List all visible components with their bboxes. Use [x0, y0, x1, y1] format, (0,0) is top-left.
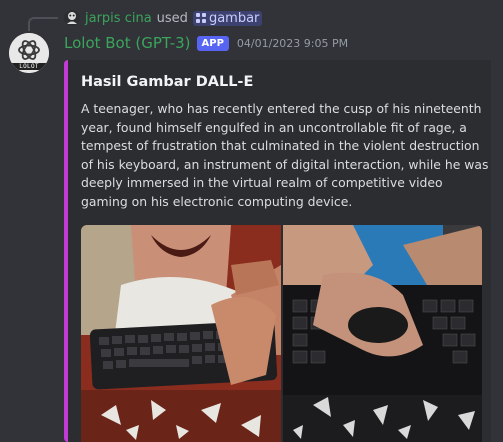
bot-username[interactable]: Lolot Bot (GPT-3) [64, 34, 191, 52]
embed-card: Hasil Gambar DALL-E A teenager, who has … [64, 60, 491, 442]
slash-command-chip[interactable]: gambar [192, 10, 263, 26]
user-avatar-icon [67, 12, 77, 24]
message-timestamp: 04/01/2023 9:05 PM [236, 36, 349, 50]
message-header: Lolot Bot (GPT-3) APP 04/01/2023 9:05 PM [64, 33, 348, 53]
mini-avatar[interactable] [64, 10, 80, 26]
bot-avatar[interactable]: LOLOT [9, 33, 49, 73]
command-name: gambar [208, 10, 260, 26]
reply-username[interactable]: jarpis cina [85, 11, 152, 26]
generated-image-1[interactable] [81, 225, 281, 442]
reply-reference[interactable]: jarpis cina used gambar [64, 9, 263, 27]
embed-image-gallery [81, 225, 482, 442]
app-badge: APP [196, 35, 229, 51]
image-keyboard-smash-closeup [282, 225, 482, 442]
embed-description: A teenager, who has recently entered the… [81, 101, 489, 209]
reply-connector [28, 17, 58, 31]
generated-image-2[interactable] [282, 225, 482, 442]
reply-used-text: used [156, 10, 188, 26]
embed-title: Hasil Gambar DALL-E [81, 74, 254, 90]
apps-grid-icon [195, 13, 206, 23]
image-angry-gamer-keyboard [81, 225, 281, 442]
avatar-caption: LOLOT [9, 63, 49, 70]
